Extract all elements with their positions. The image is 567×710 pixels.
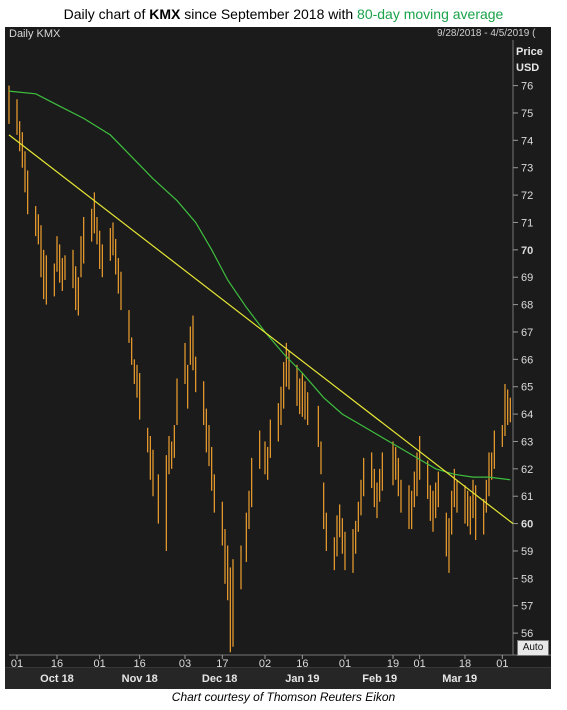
trendline — [8, 134, 514, 525]
chart-caption: Chart courtesy of Thomson Reuters Eikon — [171, 690, 396, 704]
x-month-label: Mar 19 — [442, 673, 477, 685]
y-tick-label: 75 — [521, 108, 533, 120]
y-tick-label: 64 — [521, 409, 533, 421]
x-tick-label: 18 — [459, 658, 471, 670]
x-tick-label: 03 — [179, 658, 191, 670]
y-tick-label: 76 — [521, 81, 533, 93]
y-tick-label: 66 — [521, 354, 533, 366]
y-tick-label: 59 — [521, 546, 533, 558]
x-month-label: Nov 18 — [122, 673, 158, 685]
x-tick-label: 17 — [216, 658, 228, 670]
x-tick-label: 19 — [387, 658, 399, 670]
x-tick-label: 16 — [296, 658, 308, 670]
x-tick-label: 01 — [414, 658, 426, 670]
x-tick-label: 16 — [51, 658, 63, 670]
x-tick-label: 16 — [134, 658, 146, 670]
x-tick-label: 01 — [496, 658, 508, 670]
auto-scale-button[interactable]: Auto — [517, 640, 549, 656]
y-tick-label: 70 — [521, 245, 533, 257]
y-tick-label: 60 — [521, 519, 533, 531]
x-tick-label: 01 — [339, 658, 351, 670]
y-tick-label: 74 — [521, 135, 533, 147]
y-tick-label: 61 — [521, 491, 533, 503]
y-tick-label: 71 — [521, 217, 533, 229]
y-tick-label: 63 — [521, 436, 533, 448]
x-tick-label: 01 — [11, 658, 23, 670]
x-month-label: Jan 19 — [285, 673, 319, 685]
x-tick-label: 01 — [94, 658, 106, 670]
y-tick-label: 73 — [521, 163, 533, 175]
y-tick-label: 67 — [521, 327, 533, 339]
y-tick-label: 69 — [521, 272, 533, 284]
price-chart: 56 57 58 59 60 61 62 63 64 65 66 67 68 69 70 71 72 73 74 75… — [5, 40, 551, 689]
y-tick-label: 65 — [521, 382, 533, 394]
y-tick-label: 62 — [521, 464, 533, 476]
x-month-label: Oct 18 — [40, 673, 74, 685]
y-tick-label: 58 — [521, 573, 533, 585]
y-tick-label: 72 — [521, 190, 533, 202]
y-tick-label: 56 — [521, 628, 533, 640]
x-month-label: Dec 18 — [202, 673, 237, 685]
x-tick-label: 02 — [259, 658, 271, 670]
y-tick-label: 68 — [521, 300, 533, 312]
y-tick-label: 57 — [521, 601, 533, 613]
x-month-label: Feb 19 — [362, 673, 397, 685]
moving-average-line — [8, 90, 511, 481]
